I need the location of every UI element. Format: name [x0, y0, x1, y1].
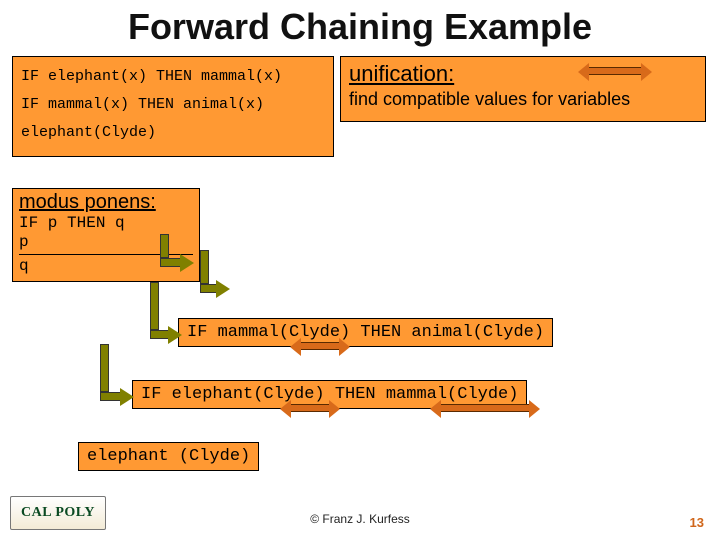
modus-ponens-box: modus ponens: IF p THEN q p q	[12, 188, 200, 282]
step-2-box: IF elephant(Clyde) THEN mammal(Clyde)	[132, 380, 527, 409]
unification-box: unification: find compatible values for …	[340, 56, 706, 122]
footer-copyright: © Franz J. Kurfess	[0, 512, 720, 526]
step-3-box: IF mammal(Clyde) THEN animal(Clyde)	[178, 318, 553, 347]
rules-box: IF elephant(x) THEN mammal(x) IF mammal(…	[12, 56, 334, 157]
mp-line-rule: IF p THEN q	[19, 214, 193, 233]
slide: Forward Chaining Example IF elephant(x) …	[0, 0, 720, 540]
rule-fact: elephant(Clyde)	[21, 119, 325, 147]
unification-heading: unification:	[349, 61, 697, 87]
page-number: 13	[690, 515, 704, 530]
step-1-box: elephant (Clyde)	[78, 442, 259, 471]
unification-desc: find compatible values for variables	[349, 89, 697, 111]
mp-line-premise: p	[19, 233, 193, 252]
modus-ponens-rule: IF p THEN q p	[19, 214, 193, 255]
rule-1: IF elephant(x) THEN mammal(x)	[21, 63, 325, 91]
modus-ponens-heading: modus ponens:	[19, 191, 193, 214]
rule-2: IF mammal(x) THEN animal(x)	[21, 91, 325, 119]
page-title: Forward Chaining Example	[0, 6, 720, 48]
mp-line-conclusion: q	[19, 257, 193, 276]
